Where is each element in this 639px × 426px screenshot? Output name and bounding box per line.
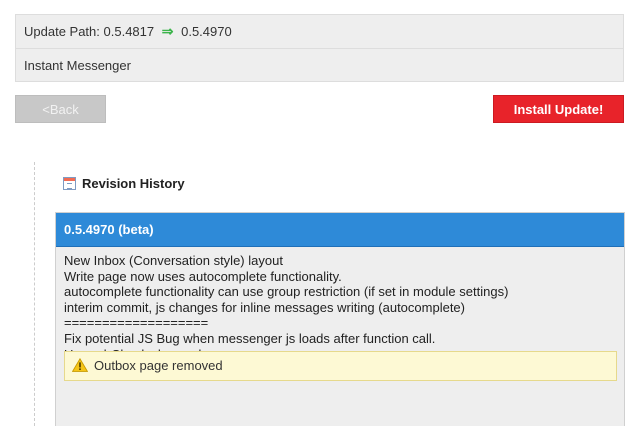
arrow-right-icon: ⇒ <box>161 23 174 39</box>
revision-content-area: Revision History 0.5.4970 (beta) New Inb… <box>34 162 625 426</box>
to-version: 0.5.4970 <box>181 24 232 39</box>
note-line: Write page now uses autocomplete functio… <box>64 268 342 284</box>
warning-text: Outbox page removed <box>94 358 223 373</box>
note-separator: =================== <box>64 315 209 331</box>
version-label: 0.5.4970 (beta) <box>64 222 154 237</box>
update-info-panel: Update Path: 0.5.4817 ⇒ 0.5.4970 Instant… <box>15 14 624 82</box>
revision-notes: New Inbox (Conversation style) layout Wr… <box>56 247 624 362</box>
note-line: New Inbox (Conversation style) layout <box>64 253 283 268</box>
note-line: Fix potential JS Bug when messenger js l… <box>64 330 436 346</box>
back-button[interactable]: <Back <box>15 95 106 123</box>
warning-notice: Outbox page removed <box>64 351 617 381</box>
revision-box: 0.5.4970 (beta) New Inbox (Conversation … <box>55 212 625 426</box>
calendar-icon <box>63 177 76 190</box>
warning-icon <box>72 358 88 372</box>
install-update-button[interactable]: Install Update! <box>493 95 624 123</box>
revision-history-header: Revision History <box>63 176 185 192</box>
revision-history-title: Revision History <box>82 176 185 191</box>
module-name: Instant Messenger <box>24 58 131 73</box>
note-line: autocomplete functionality can use group… <box>64 284 509 300</box>
version-header-bar: 0.5.4970 (beta) <box>56 213 624 247</box>
update-path-row: Update Path: 0.5.4817 ⇒ 0.5.4970 <box>16 15 623 48</box>
module-name-row: Instant Messenger <box>16 48 623 82</box>
note-line: interim commit, js changes for inline me… <box>64 299 465 315</box>
from-version: 0.5.4817 <box>103 24 155 39</box>
update-path-label: Update Path: <box>24 24 100 39</box>
